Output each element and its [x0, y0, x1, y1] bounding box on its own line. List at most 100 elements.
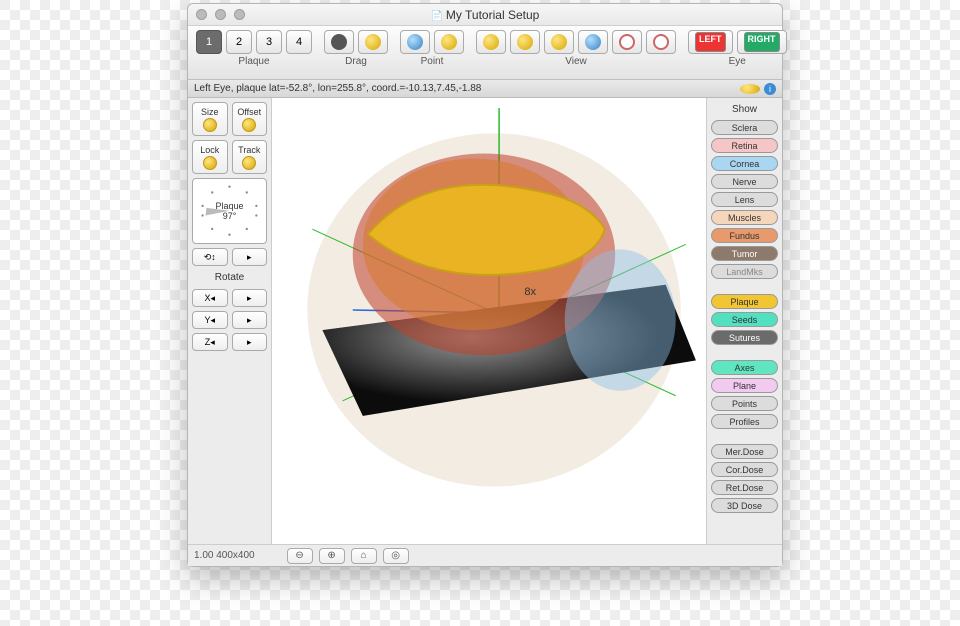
- toolbar-label-drag: Drag: [345, 56, 367, 67]
- point-icon: [441, 34, 457, 50]
- rotate-y-right[interactable]: ▸: [232, 311, 268, 329]
- minimize-button[interactable]: [215, 9, 226, 20]
- toolbar-label-point: Point: [421, 56, 444, 67]
- info-icon[interactable]: i: [764, 83, 776, 95]
- plaque-4-button[interactable]: 4: [286, 30, 312, 54]
- show-toggle-retina[interactable]: Retina: [711, 138, 778, 153]
- view-3-button[interactable]: [544, 30, 574, 54]
- show-toggle-cordose[interactable]: Cor.Dose: [711, 462, 778, 477]
- toolbar-group-eye: LEFT RIGHT Eye: [688, 30, 787, 67]
- rotate-y-left[interactable]: Y ◂: [192, 311, 228, 329]
- point-icon: [407, 34, 423, 50]
- offset-icon: [242, 118, 256, 132]
- show-toggle-fundus[interactable]: Fundus: [711, 228, 778, 243]
- view-6-button[interactable]: [646, 30, 676, 54]
- app-window: My Tutorial Setup 1 2 3 4 Plaque Drag: [187, 3, 783, 567]
- compass-play-button[interactable]: ▸: [232, 248, 268, 266]
- show-toggle-cornea[interactable]: Cornea: [711, 156, 778, 171]
- show-toggle-nerve[interactable]: Nerve: [711, 174, 778, 189]
- drag-orbit-button[interactable]: [324, 30, 354, 54]
- plaque-1-button[interactable]: 1: [196, 30, 222, 54]
- close-button[interactable]: [196, 9, 207, 20]
- viewport-3d[interactable]: 8x: [272, 98, 706, 544]
- show-toggle-points[interactable]: Points: [711, 396, 778, 411]
- fit-button[interactable]: ◎: [383, 548, 409, 564]
- svg-text:8x: 8x: [524, 286, 536, 298]
- compass-reset-button[interactable]: ⟲↕: [192, 248, 228, 266]
- zoom-in-button[interactable]: ⊕: [319, 548, 345, 564]
- toolbar-group-view: View: [476, 30, 676, 67]
- view-icon: [483, 34, 499, 50]
- track-icon: [242, 156, 256, 170]
- eye-right-icon: RIGHT: [744, 32, 780, 52]
- view-icon: [585, 34, 601, 50]
- window-controls: [188, 9, 245, 20]
- toolbar: 1 2 3 4 Plaque Drag Point: [188, 26, 782, 80]
- view-icon: [653, 34, 669, 50]
- show-toggle-merdose[interactable]: Mer.Dose: [711, 444, 778, 459]
- rotate-z-left[interactable]: Z ◂: [192, 333, 228, 351]
- show-toggle-3ddose[interactable]: 3D Dose: [711, 498, 778, 513]
- show-toggle-profiles[interactable]: Profiles: [711, 414, 778, 429]
- view-1-button[interactable]: [476, 30, 506, 54]
- titlebar: My Tutorial Setup: [188, 4, 782, 26]
- view-icon: [619, 34, 635, 50]
- show-header: Show: [711, 102, 778, 117]
- status-text: Left Eye, plaque lat=-52.8°, lon=255.8°,…: [194, 83, 481, 94]
- show-toggle-retdose[interactable]: Ret.Dose: [711, 480, 778, 495]
- rotate-x-left[interactable]: X ◂: [192, 289, 228, 307]
- plaque-compass[interactable]: Plaque 97°: [192, 178, 267, 244]
- left-panel: Size Offset Lock Track Plaque 97° ⟲↕ ▸ R…: [188, 98, 272, 544]
- eye-left-button[interactable]: LEFT: [688, 30, 733, 54]
- show-toggle-plaque[interactable]: Plaque: [711, 294, 778, 309]
- track-button[interactable]: Track: [232, 140, 268, 174]
- show-toggle-lens[interactable]: Lens: [711, 192, 778, 207]
- window-title: My Tutorial Setup: [188, 8, 782, 22]
- eye-right-button[interactable]: RIGHT: [737, 30, 787, 54]
- view-2-button[interactable]: [510, 30, 540, 54]
- toolbar-label-plaque: Plaque: [238, 56, 269, 67]
- orbit-icon: [331, 34, 347, 50]
- zoom-button[interactable]: [234, 9, 245, 20]
- point-1-button[interactable]: [400, 30, 430, 54]
- reset-icon: ⟲↕: [204, 252, 216, 263]
- status-bar: Left Eye, plaque lat=-52.8°, lon=255.8°,…: [188, 80, 782, 98]
- drag-rotate-button[interactable]: [358, 30, 388, 54]
- size-icon: [203, 118, 217, 132]
- zoom-out-button[interactable]: ⊖: [287, 548, 313, 564]
- view-icon: [517, 34, 533, 50]
- rotate-icon: [365, 34, 381, 50]
- show-toggle-sclera[interactable]: Sclera: [711, 120, 778, 135]
- rotate-z-right[interactable]: ▸: [232, 333, 268, 351]
- home-button[interactable]: ⌂: [351, 548, 377, 564]
- right-panel: Show Sclera Retina Cornea Nerve Lens Muscles F…: [706, 98, 782, 544]
- show-toggle-tumor[interactable]: Tumor: [711, 246, 778, 261]
- toolbar-group-plaque: 1 2 3 4 Plaque: [196, 30, 312, 67]
- size-button[interactable]: Size: [192, 102, 228, 136]
- show-toggle-plane[interactable]: Plane: [711, 378, 778, 393]
- toolbar-group-drag: Drag: [324, 30, 388, 67]
- toolbar-label-eye: Eye: [729, 56, 746, 67]
- show-toggle-muscles[interactable]: Muscles: [711, 210, 778, 225]
- show-toggle-seeds[interactable]: Seeds: [711, 312, 778, 327]
- eye-left-icon: LEFT: [695, 32, 726, 52]
- toolbar-group-point: Point: [400, 30, 464, 67]
- toolbar-label-view: View: [565, 56, 587, 67]
- view-icon: [551, 34, 567, 50]
- show-toggle-landmks[interactable]: LandMks: [711, 264, 778, 279]
- show-toggle-axes[interactable]: Axes: [711, 360, 778, 375]
- plaque-2-button[interactable]: 2: [226, 30, 252, 54]
- rotate-x-right[interactable]: ▸: [232, 289, 268, 307]
- zoom-readout: 1.00 400x400: [194, 550, 255, 561]
- plaque-3-button[interactable]: 3: [256, 30, 282, 54]
- rotate-header: Rotate: [192, 270, 267, 285]
- point-2-button[interactable]: [434, 30, 464, 54]
- play-icon: ▸: [247, 252, 252, 263]
- lock-button[interactable]: Lock: [192, 140, 228, 174]
- lock-icon: [203, 156, 217, 170]
- footer: 1.00 400x400 ⊖ ⊕ ⌂ ◎: [188, 544, 782, 566]
- offset-button[interactable]: Offset: [232, 102, 268, 136]
- view-4-button[interactable]: [578, 30, 608, 54]
- view-5-button[interactable]: [612, 30, 642, 54]
- show-toggle-sutures[interactable]: Sutures: [711, 330, 778, 345]
